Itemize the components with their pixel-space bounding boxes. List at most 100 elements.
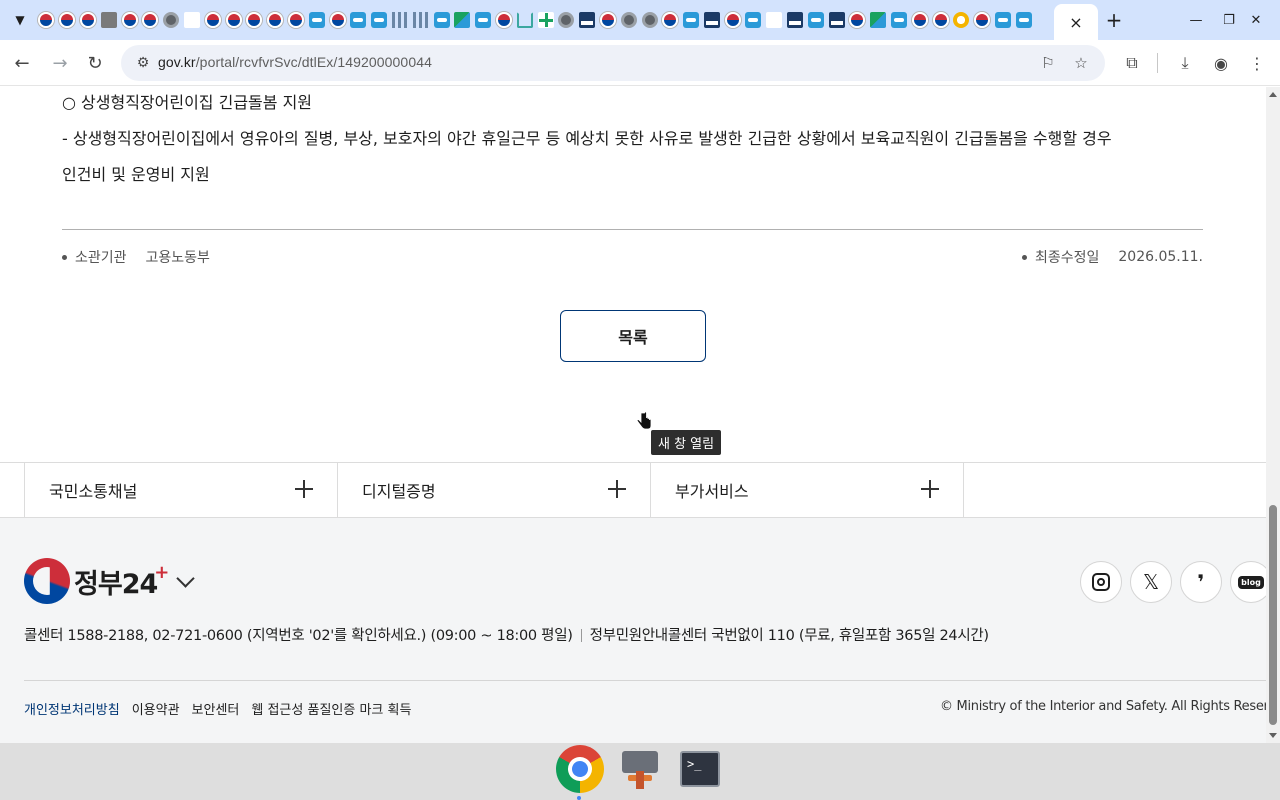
translate-icon[interactable]: ⚐ bbox=[1036, 51, 1060, 75]
tool-taskbar-app[interactable] bbox=[614, 743, 666, 795]
pinned-tab[interactable] bbox=[743, 10, 764, 30]
plus-icon[interactable] bbox=[608, 480, 626, 498]
pinned-tab[interactable] bbox=[639, 10, 660, 30]
instagram-icon bbox=[1092, 573, 1110, 591]
pinned-tab[interactable] bbox=[494, 10, 515, 30]
pinned-tab[interactable] bbox=[681, 10, 702, 30]
pinned-tab[interactable] bbox=[514, 10, 535, 30]
list-button[interactable]: 목록 bbox=[560, 310, 706, 362]
pinned-tab[interactable] bbox=[119, 10, 140, 30]
site-info-icon[interactable]: ⚙ bbox=[131, 51, 155, 75]
pinned-tab[interactable] bbox=[140, 10, 161, 30]
restore-icon[interactable]: ❐ bbox=[1217, 8, 1241, 32]
pinned-tab[interactable] bbox=[431, 10, 452, 30]
pinned-tab[interactable] bbox=[369, 10, 390, 30]
terminal-taskbar-app[interactable]: >_ bbox=[674, 743, 726, 795]
pinned-tab[interactable] bbox=[785, 10, 806, 30]
minimize-icon[interactable]: — bbox=[1184, 8, 1208, 32]
page-scrollbar[interactable] bbox=[1266, 87, 1280, 743]
pinned-tab[interactable] bbox=[535, 10, 556, 30]
pinned-tab[interactable] bbox=[244, 10, 265, 30]
security-center-link[interactable]: 보안센터 bbox=[192, 699, 240, 718]
chevron-down-icon[interactable] bbox=[176, 571, 196, 591]
pinned-tab[interactable] bbox=[598, 10, 619, 30]
bullet-icon bbox=[1021, 254, 1027, 260]
plus-icon[interactable] bbox=[921, 480, 939, 498]
reload-icon[interactable]: ↻ bbox=[83, 51, 107, 75]
pinned-tab[interactable] bbox=[348, 10, 369, 30]
menu-kebab-icon[interactable]: ⋮ bbox=[1245, 51, 1269, 75]
pinned-tab[interactable] bbox=[98, 10, 119, 30]
scroll-thumb[interactable] bbox=[1269, 505, 1277, 725]
pinned-tab[interactable] bbox=[577, 10, 598, 30]
os-taskbar: >_ bbox=[0, 736, 1280, 800]
mixed-icon bbox=[870, 12, 887, 28]
x-button[interactable]: 𝕏 bbox=[1130, 561, 1172, 603]
gov24-logo[interactable]: 정부24+ bbox=[24, 558, 196, 604]
pinned-tab[interactable] bbox=[1013, 10, 1034, 30]
pinned-tab[interactable] bbox=[306, 10, 327, 30]
forward-icon[interactable]: → bbox=[48, 51, 72, 75]
download-icon[interactable]: ⤓ bbox=[1173, 51, 1197, 75]
scroll-up-icon[interactable] bbox=[1269, 92, 1277, 97]
pinned-tab[interactable] bbox=[909, 10, 930, 30]
pinned-tab[interactable] bbox=[805, 10, 826, 30]
pinned-tab[interactable] bbox=[161, 10, 182, 30]
scroll-down-icon[interactable] bbox=[1269, 733, 1277, 738]
pinned-tab[interactable] bbox=[202, 10, 223, 30]
pinned-tab[interactable] bbox=[182, 10, 203, 30]
plus-icon[interactable] bbox=[295, 480, 313, 498]
active-tab[interactable]: × bbox=[1054, 4, 1098, 40]
accordion-additional-services[interactable]: 부가서비스 bbox=[650, 463, 963, 517]
pinned-tab[interactable] bbox=[618, 10, 639, 30]
folder-icon bbox=[100, 12, 117, 28]
pinned-tab[interactable] bbox=[868, 10, 889, 30]
pinned-tab[interactable] bbox=[660, 10, 681, 30]
pinned-tab[interactable] bbox=[993, 10, 1014, 30]
address-bar[interactable]: ⚙ gov.kr/portal/rcvfvrSvc/dtlEx/14920000… bbox=[121, 45, 1105, 81]
bookmark-star-icon[interactable]: ☆ bbox=[1069, 51, 1093, 75]
chrome-taskbar-app[interactable] bbox=[547, 736, 613, 800]
kakao-story-button[interactable]: ❜ bbox=[1180, 561, 1222, 603]
accordion-citizen-channel[interactable]: 국민소통채널 bbox=[24, 463, 337, 517]
terms-link[interactable]: 이용약관 bbox=[132, 699, 180, 718]
pinned-tab[interactable] bbox=[722, 10, 743, 30]
pinned-tab[interactable] bbox=[78, 10, 99, 30]
new-tab-button[interactable]: + bbox=[1102, 8, 1126, 32]
pinned-tab[interactable] bbox=[265, 10, 286, 30]
pinned-tab[interactable] bbox=[36, 10, 57, 30]
url-text[interactable]: gov.kr/portal/rcvfvrSvc/dtlEx/1492000000… bbox=[158, 54, 432, 70]
browser-toolbar: ← → ↻ ⚙ gov.kr/portal/rcvfvrSvc/dtlEx/14… bbox=[0, 40, 1280, 86]
close-window-icon[interactable]: ✕ bbox=[1244, 8, 1268, 32]
instagram-button[interactable] bbox=[1080, 561, 1122, 603]
pinned-tab[interactable] bbox=[57, 10, 78, 30]
pinned-tab[interactable] bbox=[223, 10, 244, 30]
pinned-tab[interactable] bbox=[702, 10, 723, 30]
pinned-tab[interactable] bbox=[473, 10, 494, 30]
pinned-tab[interactable] bbox=[390, 10, 411, 30]
pinned-tab[interactable] bbox=[951, 10, 972, 30]
back-icon[interactable]: ← bbox=[10, 51, 34, 75]
blog-button[interactable]: blog bbox=[1230, 561, 1266, 603]
pinned-tab[interactable] bbox=[847, 10, 868, 30]
pinned-tab[interactable] bbox=[286, 10, 307, 30]
pinned-tab[interactable] bbox=[826, 10, 847, 30]
pinned-tab[interactable] bbox=[972, 10, 993, 30]
extensions-icon[interactable]: ⧉ bbox=[1120, 51, 1144, 75]
new-window-tooltip: 새 창 열림 bbox=[651, 430, 722, 455]
pinned-tab[interactable] bbox=[327, 10, 348, 30]
globe-icon bbox=[620, 12, 637, 28]
privacy-policy-link[interactable]: 개인정보처리방침 bbox=[24, 699, 120, 718]
accessibility-mark-link[interactable]: 웹 접근성 품질인증 마크 획득 bbox=[251, 699, 411, 718]
close-tab-icon[interactable]: × bbox=[1069, 13, 1082, 32]
pinned-tab[interactable] bbox=[889, 10, 910, 30]
pinned-tab[interactable] bbox=[764, 10, 785, 30]
profile-icon[interactable]: ◉ bbox=[1209, 51, 1233, 75]
pinned-tab[interactable] bbox=[452, 10, 473, 30]
tab-search-dropdown-icon[interactable]: ▼ bbox=[8, 8, 32, 32]
pinned-tab[interactable] bbox=[930, 10, 951, 30]
pinned-tab[interactable] bbox=[556, 10, 577, 30]
pinned-tab[interactable] bbox=[410, 10, 431, 30]
gov-icon bbox=[121, 12, 138, 28]
accordion-digital-certificate[interactable]: 디지털증명 bbox=[337, 463, 650, 517]
